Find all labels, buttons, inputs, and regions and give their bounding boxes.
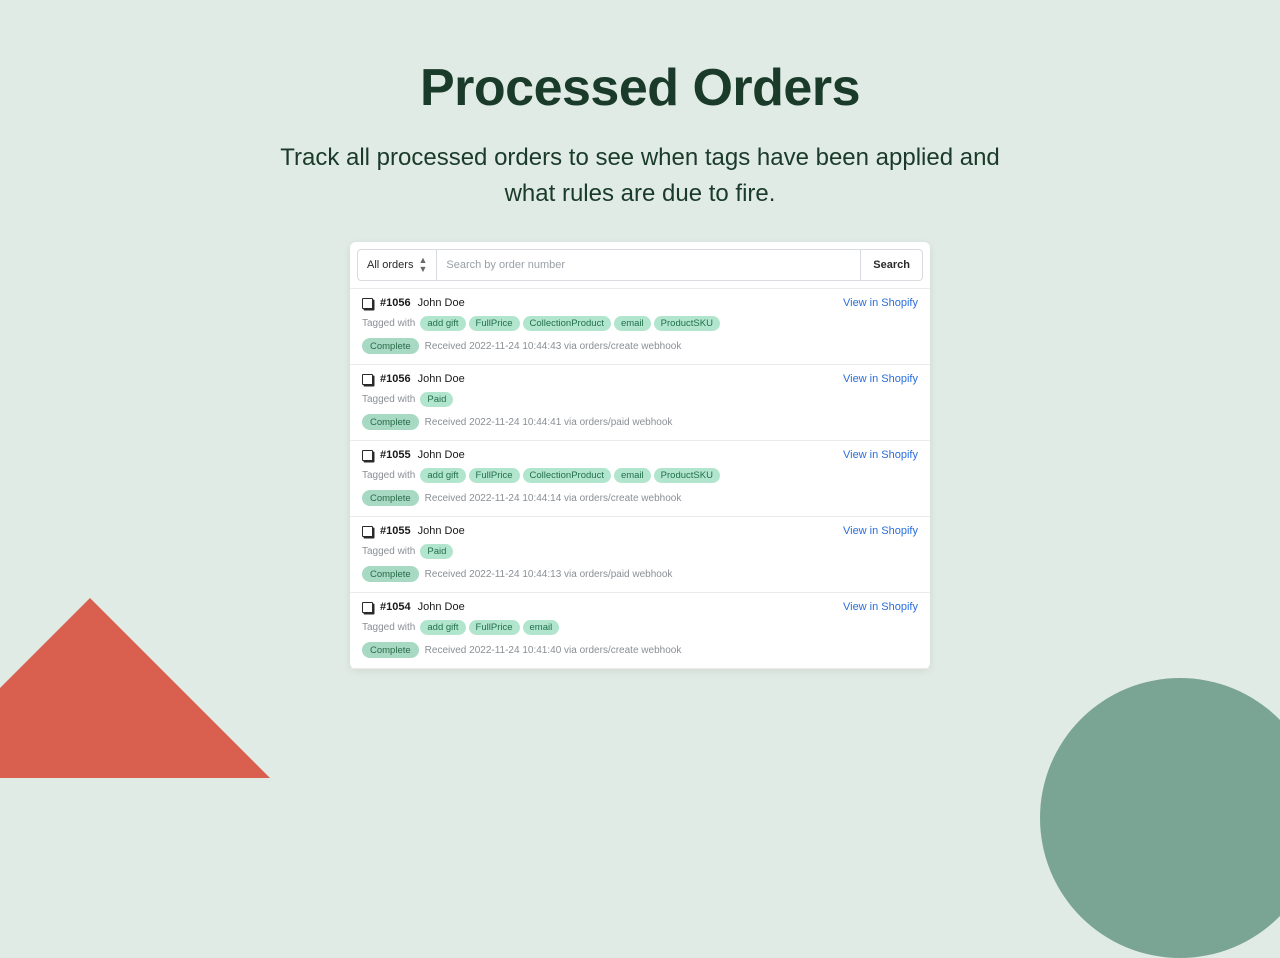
search-input[interactable] <box>437 249 861 281</box>
view-in-shopify-link[interactable]: View in Shopify <box>843 297 918 309</box>
decorative-triangle <box>0 598 270 778</box>
tag-pill: add gift <box>420 316 465 331</box>
tag-pill: FullPrice <box>469 316 520 331</box>
order-number: #1054 <box>380 601 411 613</box>
status-pill: Complete <box>362 566 419 582</box>
order-header-left: #1056 John Doe <box>362 373 465 385</box>
tag-line: Tagged with add gift FullPriceCollectionPr… <box>362 468 918 483</box>
tagged-with-label: Tagged with <box>362 318 415 329</box>
order-header: #1056 John Doe View in Shopify <box>362 373 918 385</box>
tag-line: Tagged with Paid <box>362 392 918 407</box>
order-icon <box>362 374 373 385</box>
tag-pill: CollectionProduct <box>523 316 611 331</box>
page-title: Processed Orders <box>0 58 1280 118</box>
customer-name: John Doe <box>418 601 465 613</box>
search-button[interactable]: Search <box>861 249 923 281</box>
status-line: Complete Received 2022-11-24 10:44:41 via… <box>362 414 918 430</box>
status-line: Complete Received 2022-11-24 10:44:14 via… <box>362 490 918 506</box>
received-text: Received 2022-11-24 10:44:14 via orders/… <box>425 493 682 504</box>
order-row: #1056 John Doe View in Shopify Tagged with P… <box>350 365 930 441</box>
view-in-shopify-link[interactable]: View in Shopify <box>843 449 918 461</box>
tag-pill: ProductSKU <box>654 468 720 483</box>
status-pill: Complete <box>362 414 419 430</box>
order-icon <box>362 450 373 461</box>
customer-name: John Doe <box>418 525 465 537</box>
order-number: #1055 <box>380 525 411 537</box>
received-text: Received 2022-11-24 10:41:40 via orders/… <box>425 645 682 656</box>
tag-line: Tagged with add gift FullPriceemail <box>362 620 918 635</box>
page-subtitle: Track all processed orders to see when t… <box>280 140 1000 212</box>
received-text: Received 2022-11-24 10:44:43 via orders/… <box>425 341 682 352</box>
tag-pill: email <box>614 316 651 331</box>
orders-panel: All orders ▲▼ Search #1056 John Doe View i… <box>350 242 930 669</box>
filter-label: All orders <box>367 259 413 271</box>
order-number: #1055 <box>380 449 411 461</box>
order-row: #1055 John Doe View in Shopify Tagged with P… <box>350 517 930 593</box>
order-header-left: #1055 John Doe <box>362 525 465 537</box>
customer-name: John Doe <box>418 373 465 385</box>
tag-pill: add gift <box>420 468 465 483</box>
tag-pill: FullPrice <box>469 620 520 635</box>
order-icon <box>362 526 373 537</box>
order-header: #1056 John Doe View in Shopify <box>362 297 918 309</box>
filter-select[interactable]: All orders ▲▼ <box>357 249 437 281</box>
order-number: #1056 <box>380 297 411 309</box>
order-header: #1055 John Doe View in Shopify <box>362 449 918 461</box>
view-in-shopify-link[interactable]: View in Shopify <box>843 525 918 537</box>
status-line: Complete Received 2022-11-24 10:44:43 via… <box>362 338 918 354</box>
tag-pill: add gift <box>420 620 465 635</box>
sort-icon: ▲▼ <box>418 256 427 274</box>
view-in-shopify-link[interactable]: View in Shopify <box>843 601 918 613</box>
decorative-circle <box>1040 678 1280 958</box>
order-icon <box>362 298 373 309</box>
received-text: Received 2022-11-24 10:44:13 via orders/… <box>425 569 673 580</box>
received-text: Received 2022-11-24 10:44:41 via orders/… <box>425 417 673 428</box>
tagged-with-label: Tagged with <box>362 470 415 481</box>
status-line: Complete Received 2022-11-24 10:44:13 via… <box>362 566 918 582</box>
order-icon <box>362 602 373 613</box>
tag-pill: ProductSKU <box>654 316 720 331</box>
tag-line: Tagged with add gift FullPriceCollectionPr… <box>362 316 918 331</box>
status-pill: Complete <box>362 338 419 354</box>
tagged-with-label: Tagged with <box>362 622 415 633</box>
tag-pill: FullPrice <box>469 468 520 483</box>
order-row: #1054 John Doe View in Shopify Tagged with a… <box>350 593 930 669</box>
tag-pill: email <box>614 468 651 483</box>
order-header: #1054 John Doe View in Shopify <box>362 601 918 613</box>
order-number: #1056 <box>380 373 411 385</box>
order-header-left: #1054 John Doe <box>362 601 465 613</box>
order-header-left: #1055 John Doe <box>362 449 465 461</box>
order-header: #1055 John Doe View in Shopify <box>362 525 918 537</box>
status-pill: Complete <box>362 490 419 506</box>
tag-pill: CollectionProduct <box>523 468 611 483</box>
customer-name: John Doe <box>418 449 465 461</box>
tag-pill: email <box>523 620 560 635</box>
customer-name: John Doe <box>418 297 465 309</box>
order-row: #1056 John Doe View in Shopify Tagged with a… <box>350 289 930 365</box>
tag-pill: Paid <box>420 392 453 407</box>
search-bar: All orders ▲▼ Search <box>350 242 930 289</box>
tagged-with-label: Tagged with <box>362 546 415 557</box>
order-row: #1055 John Doe View in Shopify Tagged with a… <box>350 441 930 517</box>
tag-pill: Paid <box>420 544 453 559</box>
order-header-left: #1056 John Doe <box>362 297 465 309</box>
tagged-with-label: Tagged with <box>362 394 415 405</box>
tag-line: Tagged with Paid <box>362 544 918 559</box>
status-line: Complete Received 2022-11-24 10:41:40 via… <box>362 642 918 658</box>
status-pill: Complete <box>362 642 419 658</box>
view-in-shopify-link[interactable]: View in Shopify <box>843 373 918 385</box>
